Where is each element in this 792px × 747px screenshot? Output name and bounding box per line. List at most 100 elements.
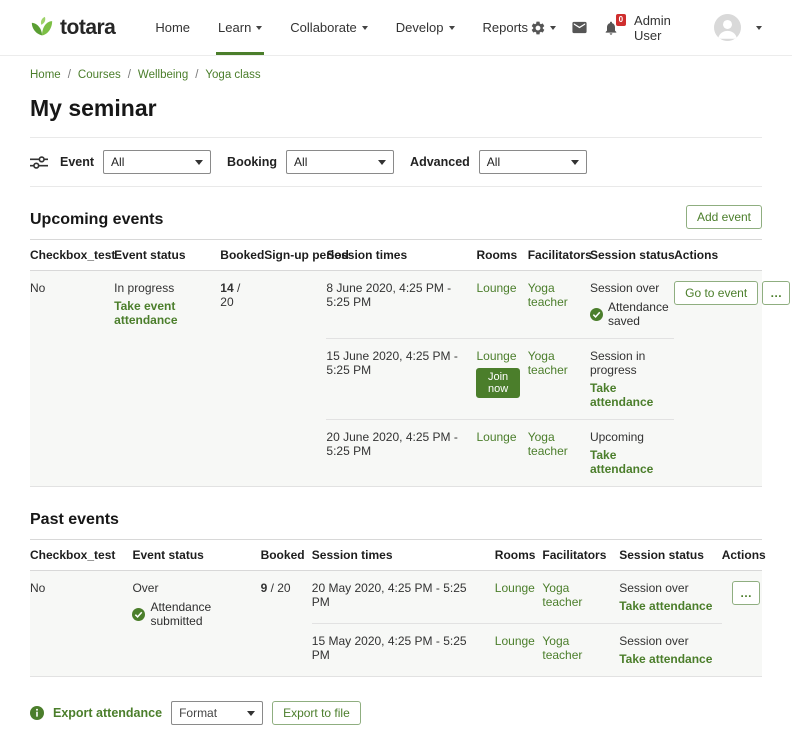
- breadcrumb-link-home[interactable]: Home: [30, 69, 61, 81]
- booked-count: 14: [220, 281, 233, 295]
- nav-reports[interactable]: Reports: [481, 0, 531, 55]
- cell-booked: 14 / 20: [220, 271, 264, 487]
- filter-sliders-icon: [30, 155, 48, 170]
- cell-room: Lounge Join now: [476, 339, 527, 420]
- notifications-button[interactable]: 0: [603, 20, 619, 36]
- nav-collaborate[interactable]: Collaborate: [288, 0, 370, 55]
- upcoming-events-title: Upcoming events: [30, 211, 163, 229]
- page-title: My seminar: [30, 95, 762, 122]
- nav-develop-label: Develop: [396, 20, 444, 35]
- cell-room: Lounge: [476, 271, 527, 339]
- gear-icon: [530, 20, 546, 36]
- col-facilitators: Facilitators: [542, 540, 619, 571]
- attendance-submitted-text: Attendance submitted: [150, 600, 252, 628]
- booking-filter-select[interactable]: All: [286, 150, 394, 174]
- col-facilitators: Facilitators: [528, 240, 590, 271]
- room-link[interactable]: Lounge: [495, 634, 535, 648]
- room-link[interactable]: Lounge: [476, 430, 516, 444]
- booked-count: 9: [261, 581, 268, 595]
- nav-home[interactable]: Home: [153, 0, 192, 55]
- check-circle-icon: [590, 308, 603, 321]
- upcoming-header-row: Checkbox_test Event status Booked Sign-u…: [30, 240, 762, 271]
- event-status-text: In progress: [114, 281, 212, 295]
- booked-total: / 20: [271, 581, 291, 595]
- attendance-saved-text: Attendance saved: [608, 300, 669, 328]
- col-session-times: Session times: [326, 240, 476, 271]
- table-row: No Over Attendance submitted 9 / 20 20 M…: [30, 571, 762, 624]
- filter-bar: Event All Booking All Advanced All: [30, 137, 762, 187]
- add-event-button[interactable]: Add event: [686, 205, 762, 229]
- col-event-status: Event status: [114, 240, 220, 271]
- breadcrumb-link-courses[interactable]: Courses: [78, 69, 121, 81]
- cell-session-time: 20 June 2020, 4:25 PM - 5:25 PM: [326, 420, 476, 487]
- event-filter-group: Event All: [60, 150, 211, 174]
- chevron-down-icon: [550, 26, 556, 30]
- export-format-select[interactable]: Format: [171, 701, 263, 725]
- event-status-text: Over: [132, 581, 252, 595]
- col-actions: Actions: [674, 240, 762, 271]
- user-menu-chevron-icon[interactable]: [756, 26, 762, 30]
- totara-logo[interactable]: totara: [30, 0, 115, 55]
- facilitator-link[interactable]: Yoga teacher: [528, 430, 568, 458]
- nav-develop[interactable]: Develop: [394, 0, 457, 55]
- nav-collaborate-label: Collaborate: [290, 20, 357, 35]
- upcoming-events-header: Upcoming events Add event: [30, 205, 762, 229]
- facilitator-link[interactable]: Yoga teacher: [528, 349, 568, 377]
- user-avatar-icon: [714, 14, 741, 41]
- breadcrumb-link-wellbeing[interactable]: Wellbeing: [138, 69, 188, 81]
- more-actions-button[interactable]: …: [762, 281, 790, 305]
- col-session-times: Session times: [312, 540, 495, 571]
- facilitator-link[interactable]: Yoga teacher: [542, 581, 582, 609]
- take-event-attendance-link[interactable]: Take event attendance: [114, 299, 212, 327]
- cell-checkbox-test: No: [30, 271, 114, 487]
- session-status-text: Session over: [590, 281, 666, 295]
- room-link[interactable]: Lounge: [476, 281, 516, 295]
- cell-session-time: 8 June 2020, 4:25 PM - 5:25 PM: [326, 271, 476, 339]
- take-attendance-link[interactable]: Take attendance: [590, 381, 666, 409]
- col-checkbox-test: Checkbox_test: [30, 240, 114, 271]
- col-signup-period: Sign-up period: [264, 240, 326, 271]
- messages-button[interactable]: [571, 19, 588, 36]
- room-link[interactable]: Lounge: [476, 349, 516, 363]
- cell-facilitator: Yoga teacher: [528, 271, 590, 339]
- past-events-table: Checkbox_test Event status Booked Sessio…: [30, 539, 762, 677]
- settings-menu-button[interactable]: [530, 20, 556, 36]
- nav-learn[interactable]: Learn: [216, 0, 264, 55]
- room-link[interactable]: Lounge: [495, 581, 535, 595]
- export-attendance-bar: Export attendance Format Export to file: [30, 701, 762, 725]
- avatar[interactable]: [714, 14, 741, 41]
- take-attendance-link[interactable]: Take attendance: [619, 652, 712, 666]
- nav-learn-label: Learn: [218, 20, 251, 35]
- cell-session-time: 15 May 2020, 4:25 PM - 5:25 PM: [312, 624, 495, 677]
- facilitator-link[interactable]: Yoga teacher: [542, 634, 582, 662]
- upcoming-events-table: Checkbox_test Event status Booked Sign-u…: [30, 239, 762, 487]
- export-attendance-label: Export attendance: [53, 706, 162, 720]
- topbar-right: 0 Admin User: [530, 0, 762, 55]
- breadcrumb-separator: /: [195, 69, 198, 81]
- event-filter-select[interactable]: All: [103, 150, 211, 174]
- cell-session-time: 20 May 2020, 4:25 PM - 5:25 PM: [312, 571, 495, 624]
- col-rooms: Rooms: [476, 240, 527, 271]
- session-status-text: Upcoming: [590, 430, 666, 444]
- export-to-file-button[interactable]: Export to file: [272, 701, 361, 725]
- take-attendance-link[interactable]: Take attendance: [590, 448, 666, 476]
- chevron-down-icon: [449, 26, 455, 30]
- facilitator-link[interactable]: Yoga teacher: [528, 281, 568, 309]
- cell-actions: Go to event …: [674, 271, 762, 487]
- cell-facilitator: Yoga teacher: [542, 624, 619, 677]
- advanced-filter-select[interactable]: All: [479, 150, 587, 174]
- join-now-button[interactable]: Join now: [476, 368, 519, 398]
- attendance-saved-line: Attendance saved: [590, 300, 666, 328]
- breadcrumb-separator: /: [68, 69, 71, 81]
- session-status-text: Session over: [619, 634, 713, 648]
- take-attendance-link[interactable]: Take attendance: [619, 599, 712, 613]
- info-icon: [30, 706, 44, 720]
- breadcrumb-link-yoga-class[interactable]: Yoga class: [205, 69, 260, 81]
- col-booked: Booked: [220, 240, 264, 271]
- cell-room: Lounge: [495, 624, 543, 677]
- nav-home-label: Home: [155, 20, 190, 35]
- totara-leaf-icon: [30, 16, 54, 40]
- more-actions-button[interactable]: …: [732, 581, 760, 605]
- go-to-event-button[interactable]: Go to event: [674, 281, 758, 305]
- page-content: Home / Courses / Wellbeing / Yoga class …: [0, 69, 792, 747]
